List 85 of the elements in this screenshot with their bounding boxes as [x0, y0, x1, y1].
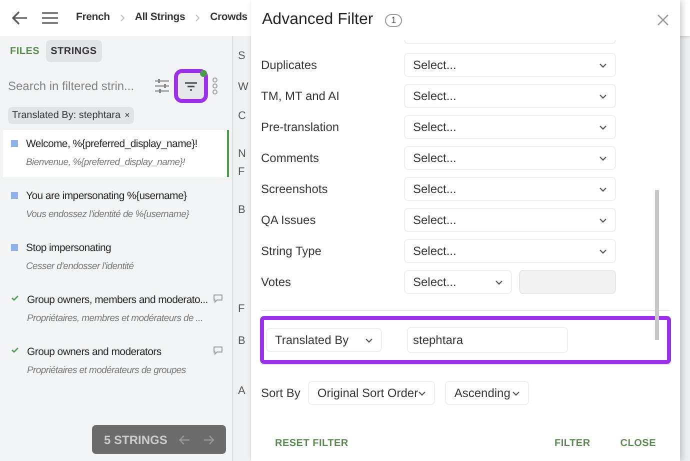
select-field[interactable]: Select... [404, 270, 512, 294]
sort-field-select[interactable]: Original Sort Order [308, 381, 436, 405]
filter-apply-button[interactable]: FILTER [554, 436, 590, 451]
close-button[interactable]: CLOSE [620, 436, 656, 451]
filter-label: Comments [261, 150, 320, 167]
breadcrumb-link[interactable]: All Strings [134, 10, 186, 26]
select-field[interactable]: Select... [404, 53, 616, 77]
translation-text: Propriétaires et modérateurs de groupes [27, 364, 186, 378]
check-icon [11, 347, 19, 353]
cut-off-text: N [238, 147, 246, 162]
cut-off-text: C [238, 109, 246, 124]
input-field[interactable]: stephtara [407, 327, 568, 353]
caret-icon [599, 94, 607, 98]
string-item[interactable]: Group owners, members and moderato... Propriétaires, membres et modérateurs de ... [3, 286, 229, 333]
string-item[interactable]: Welcome, %{preferred_display_name}! Bienvenue, %{preferred_display_name}! [3, 130, 229, 177]
filter-icon [185, 82, 197, 90]
translation-text: Vous endossez l'identité de %{username} [26, 208, 189, 222]
comment-icon [213, 294, 223, 303]
select-field[interactable]: Select... [404, 177, 616, 201]
string-item[interactable]: You are impersonating %{username} Vous endossez l'identité de %{username} [3, 182, 229, 229]
cut-off-text: A [238, 384, 246, 399]
cut-off-text: F [238, 165, 245, 180]
string-item[interactable]: Stop impersonating Cesser d'endosser l'identité [3, 234, 229, 281]
caret-icon [599, 186, 607, 192]
filter-label: Duplicates [261, 57, 318, 74]
menu-icon[interactable] [42, 12, 58, 24]
source-text: Group owners and moderators [27, 345, 162, 360]
cut-off-text: W [238, 80, 248, 95]
select-field[interactable]: Select... [404, 115, 616, 139]
cut-off-text: B [238, 334, 246, 349]
source-text: Group owners, members and moderato... [27, 293, 208, 308]
condition-field-select[interactable]: Translated By [266, 328, 382, 352]
source-text: You are impersonating %{username} [26, 189, 187, 204]
dialog-title: Advanced Filter [262, 10, 374, 30]
source-text: Welcome, %{preferred_display_name}! [26, 137, 198, 152]
chevron-icon [120, 14, 125, 22]
caret-icon [599, 156, 607, 160]
select-field[interactable]: Select... [404, 84, 616, 108]
close-icon[interactable] [657, 14, 669, 26]
scrollbar[interactable] [655, 190, 659, 340]
translation-text: Bienvenue, %{preferred_display_name}! [26, 156, 185, 170]
translation-text: Propriétaires, membres et modérateurs de ... [27, 312, 203, 326]
cut-off-text: S [238, 49, 246, 64]
cut-off-text: B [238, 203, 246, 218]
sliders-icon[interactable] [154, 78, 170, 94]
caret-icon [599, 248, 607, 254]
sort-order-select[interactable]: Ascending [445, 381, 530, 405]
filter-label: Pre-translation [261, 119, 340, 136]
caret-icon [599, 124, 607, 130]
breadcrumb-link[interactable]: Crowds [210, 10, 248, 26]
string-count: 5 STRINGS [104, 432, 168, 448]
source-text: Stop impersonating [26, 241, 112, 256]
filter-label: Votes [261, 274, 292, 291]
filter-button[interactable] [178, 73, 204, 99]
tab[interactable]: STRINGS [46, 40, 102, 62]
select-field[interactable]: Select... [404, 239, 616, 263]
filter-chip[interactable]: Translated By: stephtara × [8, 107, 134, 124]
next-arrow-icon[interactable] [202, 434, 214, 446]
filter-label: String Type [261, 243, 322, 260]
check-icon [11, 295, 19, 301]
back-arrow-icon[interactable] [12, 11, 28, 25]
caret-icon [599, 62, 607, 68]
caret-icon [418, 390, 426, 396]
search-field[interactable]: Search in filtered strin... [8, 77, 146, 95]
caret-icon [365, 338, 373, 342]
filter-count: 1 [385, 14, 402, 26]
select-field[interactable]: Select... [404, 208, 616, 232]
filter-label: QA Issues [261, 212, 317, 229]
tab[interactable]: FILES [8, 40, 42, 62]
previous-arrow-icon[interactable] [179, 434, 191, 446]
sort-label: Sort By [261, 385, 300, 402]
translation-text: Cesser d'endosser l'identité [26, 260, 134, 274]
breadcrumb-link[interactable]: French [76, 10, 110, 26]
cut-off-text: F [238, 302, 245, 317]
reset-filter-button[interactable]: RESET FILTER [275, 436, 348, 451]
caret-icon [495, 280, 503, 284]
caret-icon [512, 390, 520, 396]
select-field[interactable]: Select... [404, 146, 616, 170]
more-icon[interactable] [212, 77, 218, 95]
comment-icon [213, 346, 223, 355]
string-item[interactable]: Group owners and moderators Propriétaires et modérateurs de groupes [3, 338, 229, 385]
chevron-icon [195, 14, 200, 22]
filter-label: TM, MT and AI [261, 88, 340, 105]
filter-label: Screenshots [261, 181, 329, 198]
caret-icon [599, 218, 607, 222]
